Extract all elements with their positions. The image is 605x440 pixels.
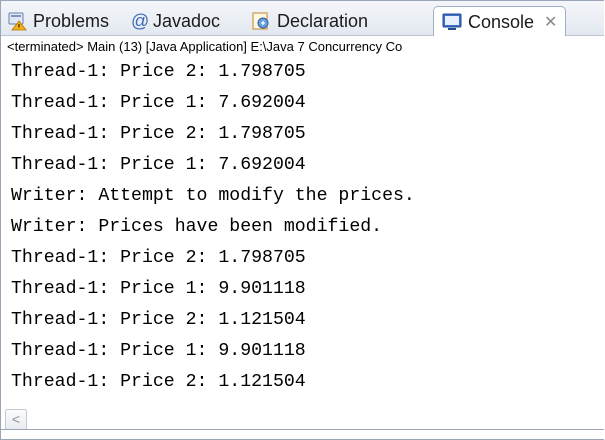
console-line: Thread-1: Price 2: 1.121504	[11, 372, 306, 392]
scroll-left-button[interactable]: <	[5, 409, 27, 430]
console-line: Thread-1: Price 1: 7.692004	[11, 155, 306, 175]
tab-problems[interactable]: Problems	[7, 7, 109, 35]
console-line: Writer: Prices have been modified.	[11, 217, 383, 237]
declaration-icon	[251, 11, 271, 31]
console-icon	[442, 12, 462, 32]
view-tab-bar: Problems @ Javadoc Declaration Console ✕	[1, 1, 604, 37]
process-status: <terminated> Main (13) [Java Application…	[1, 36, 604, 59]
tab-label: Console	[468, 11, 535, 32]
console-output[interactable]: Thread-1: Price 2: 1.798705 Thread-1: Pr…	[1, 58, 604, 406]
tab-label: Problems	[33, 10, 110, 31]
console-line: Thread-1: Price 2: 1.798705	[11, 62, 306, 82]
console-line: Thread-1: Price 1: 9.901118	[11, 279, 306, 299]
console-view: Problems @ Javadoc Declaration Console ✕…	[0, 0, 604, 440]
close-icon[interactable]: ✕	[544, 12, 557, 32]
tab-label: Javadoc	[153, 10, 221, 31]
console-line: Thread-1: Price 2: 1.798705	[11, 124, 306, 144]
console-line: Thread-1: Price 2: 1.798705	[11, 248, 306, 268]
tab-console[interactable]: Console ✕	[433, 6, 567, 37]
tab-javadoc[interactable]: @ Javadoc	[131, 7, 220, 35]
console-line: Thread-1: Price 1: 7.692004	[11, 93, 306, 113]
divider	[1, 429, 604, 430]
console-line: Writer: Attempt to modify the prices.	[11, 186, 415, 206]
horizontal-scrollbar[interactable]: <	[1, 406, 604, 430]
tab-label: Declaration	[277, 10, 369, 31]
javadoc-icon: @	[131, 11, 150, 31]
console-line: Thread-1: Price 2: 1.121504	[11, 310, 306, 330]
tab-declaration[interactable]: Declaration	[251, 7, 368, 35]
problems-icon	[7, 11, 27, 31]
console-line: Thread-1: Price 1: 9.901118	[11, 341, 306, 361]
